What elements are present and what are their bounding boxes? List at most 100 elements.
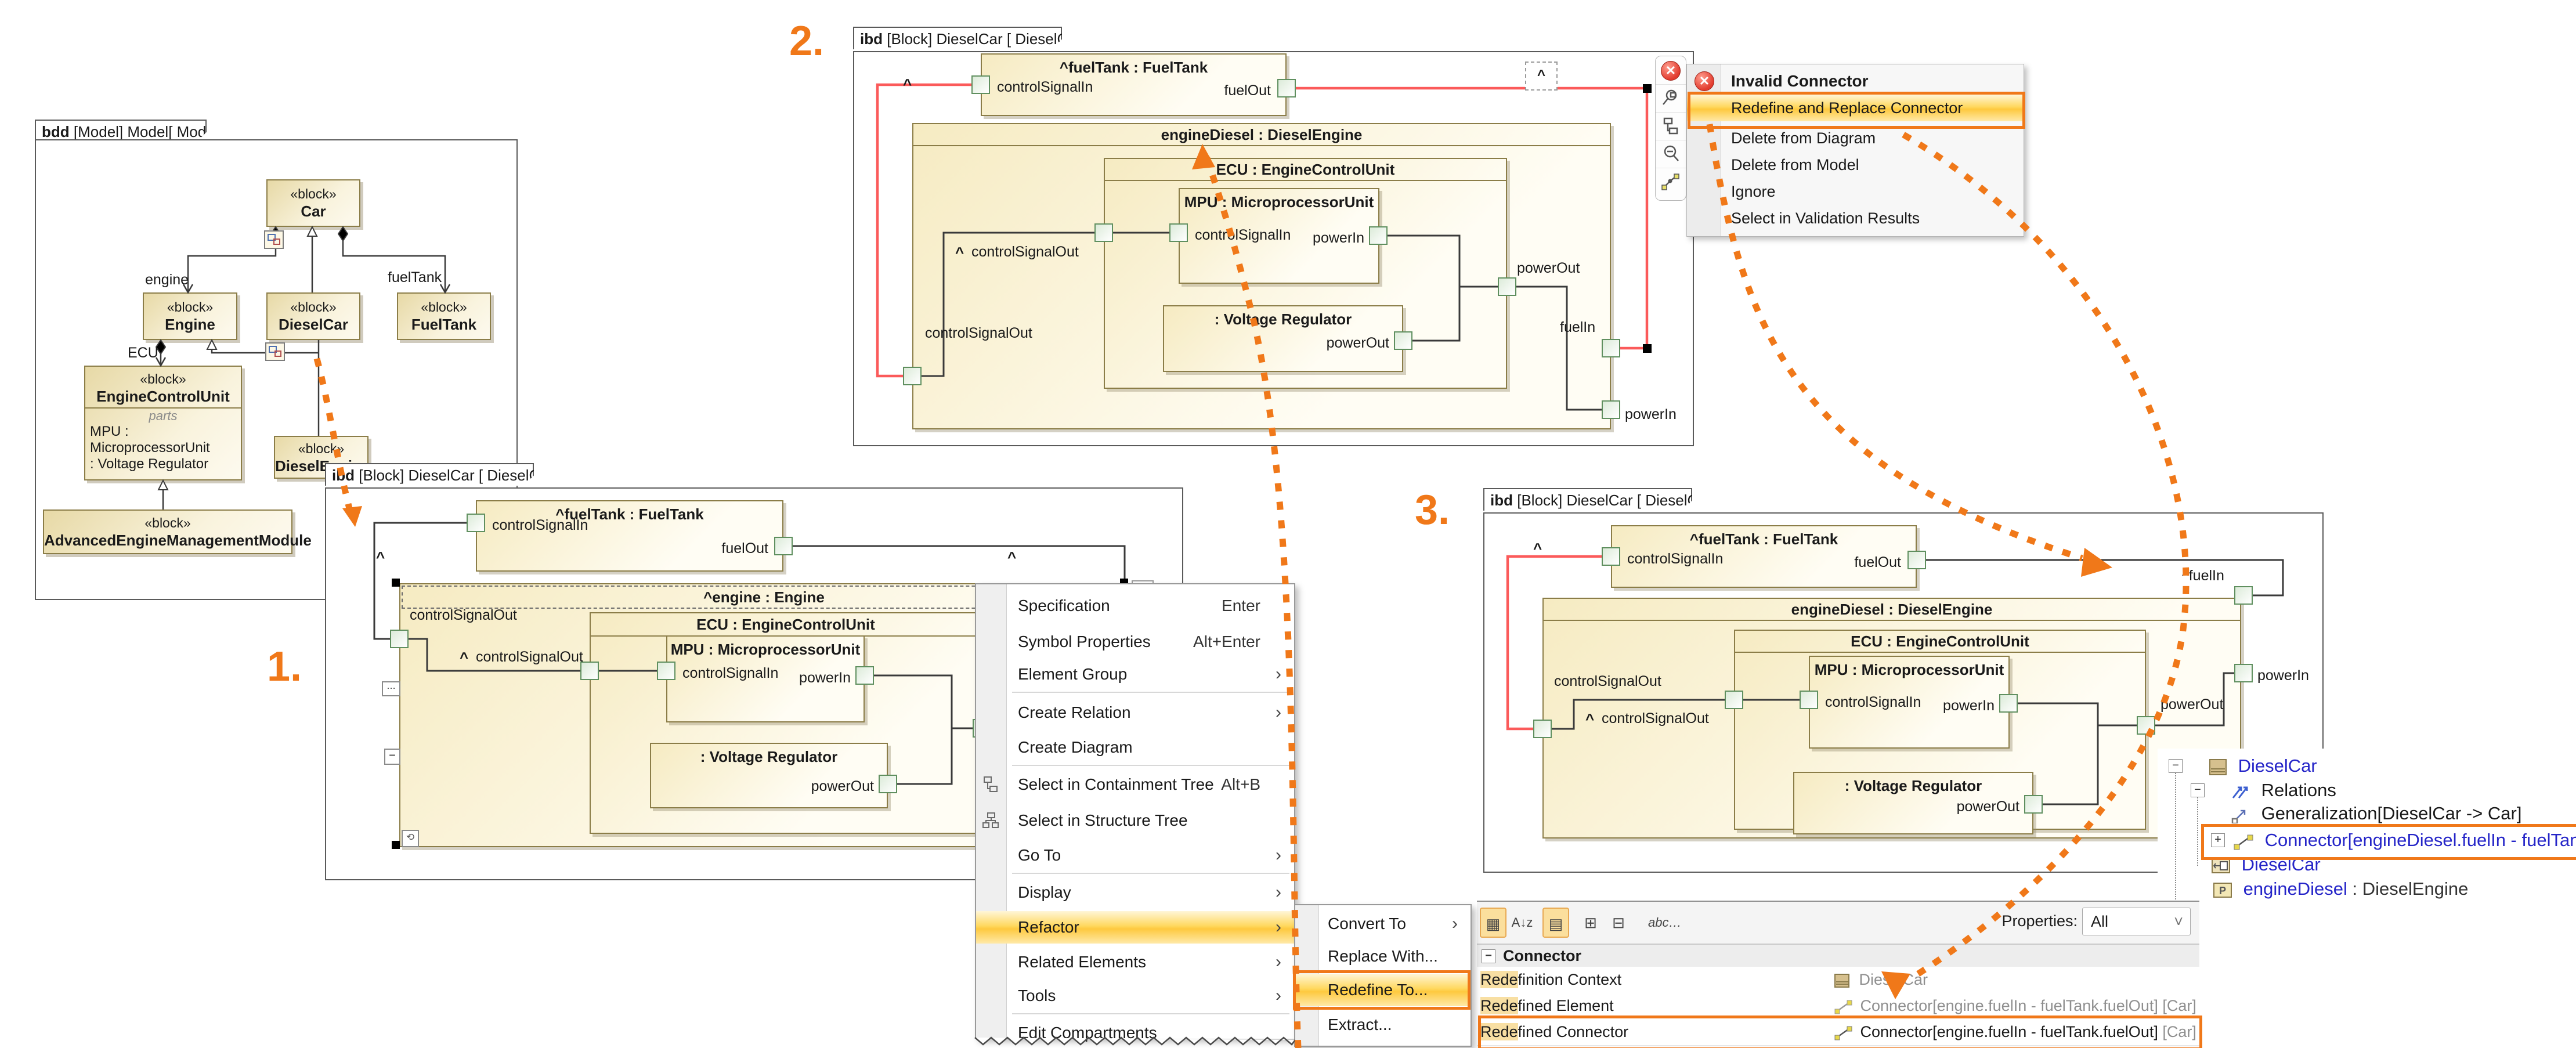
ibd1-port-mpu-powerin[interactable]: [855, 666, 874, 685]
ibd3-port-engine-controlsignalout[interactable]: [1533, 720, 1552, 738]
ibd2-port-vr-powerout[interactable]: [1394, 331, 1412, 350]
menu-item-select-in-containment-tree[interactable]: Select in Containment TreeAlt+B: [976, 768, 1294, 801]
diagram-anchor-icon[interactable]: [264, 230, 284, 249]
compact-view-icon[interactable]: ▤: [1542, 908, 1569, 938]
property-row-redefined-element[interactable]: Redefined Element Connector[engine.fuelI…: [1477, 993, 2199, 1020]
selection-handle[interactable]: [392, 579, 400, 587]
magicdraw-canvas: 1. 2. 3. bdd [Model] Model[ Model ] «blo…: [0, 0, 2576, 1048]
tree-item-relations[interactable]: Relations: [2231, 779, 2336, 802]
tree-collapse-toggle[interactable]: −: [2169, 759, 2183, 773]
port-label-fuelin: ^fuelIn: [2182, 568, 2224, 584]
popup-item-select-in-validation-results[interactable]: Select in Validation Results: [1687, 205, 2024, 232]
inherited-caret: ^: [460, 649, 468, 667]
open-containment-button[interactable]: [1656, 112, 1686, 140]
popup-item-delete-from-diagram[interactable]: Delete from Diagram: [1687, 125, 2024, 151]
menu-item-go-to[interactable]: Go To›: [976, 839, 1294, 872]
tree-item-generalization[interactable]: Generalization[DieselCar -> Car]: [2231, 802, 2521, 825]
connector-endpoint: [1643, 84, 1652, 93]
menu-item-symbol-properties[interactable]: Symbol PropertiesAlt+Enter: [976, 626, 1294, 658]
tree-guide-line: [2197, 790, 2198, 866]
validation-error-button[interactable]: ✕: [1656, 56, 1686, 85]
property-row-redefined-connector[interactable]: Redefined Connector Connector[engine.fue…: [1477, 1019, 2199, 1046]
tree-item-enginediesel[interactable]: P engineDiesel : DieselEngine: [2213, 877, 2468, 901]
inherited-caret: ^: [1007, 548, 1016, 566]
tree-collapse-toggle[interactable]: −: [2191, 783, 2205, 797]
anchor-dots-icon[interactable]: …: [382, 681, 400, 696]
connector-icon: [2233, 833, 2254, 850]
port-label-fuelin: fuelIn: [1560, 319, 1595, 336]
tree-item-dieselcar[interactable]: DieselCar: [2209, 754, 2317, 778]
port-label-powerout: powerOut: [1517, 260, 1580, 277]
ibd3-port-controlsignalin[interactable]: [1602, 547, 1620, 566]
ibd3-port-mpu-powerin[interactable]: [1999, 694, 2018, 713]
property-row-redefinition-context[interactable]: Redefinition Context DieselCar: [1477, 967, 2199, 993]
popup-item-ignore[interactable]: Ignore: [1687, 178, 2024, 205]
menu-item-related-elements[interactable]: Related Elements›: [976, 946, 1294, 978]
bdd-composition-car-engine: [188, 241, 276, 291]
context-menu: SpecificationEnter Symbol PropertiesAlt+…: [975, 583, 1295, 1039]
ibd3-port-mpu-controlsignalin[interactable]: [1800, 691, 1818, 709]
menu-item-display[interactable]: Display›: [976, 876, 1294, 909]
submenu-item-replace-with[interactable]: Replace With...: [1295, 940, 1471, 973]
inherited-caret: ^: [1533, 540, 1542, 558]
properties-filter-dropdown[interactable]: All ˅: [2082, 908, 2191, 935]
menu-item-tools[interactable]: Tools›: [976, 980, 1294, 1012]
tree-expand-toggle[interactable]: +: [2211, 833, 2225, 847]
popup-item-delete-from-model[interactable]: Delete from Model: [1687, 151, 2024, 178]
port-label-fuelout: fuelOut: [682, 540, 768, 557]
collapse-minus-icon[interactable]: −: [384, 749, 400, 765]
invalid-connector-popup: ✕ Invalid Connector Redefine and Replace…: [1686, 64, 2024, 237]
ibd2-port-mpu-controlsignalin[interactable]: [1169, 223, 1188, 242]
zoom-out-button[interactable]: [1656, 140, 1686, 168]
expand-all-icon[interactable]: ⊞: [1577, 908, 1604, 938]
menu-item-element-group[interactable]: Element Group›: [976, 658, 1294, 691]
ibd3-port-engine-fuelin[interactable]: [2234, 586, 2253, 605]
tree-item-dieselcar-diagram[interactable]: DieselCar: [2211, 853, 2321, 876]
submenu-item-extract[interactable]: Extract...: [1295, 1009, 1471, 1041]
menu-item-create-diagram[interactable]: Create Diagram: [976, 731, 1294, 764]
ibd2-connector-power: [1388, 236, 1459, 341]
ibd1-port-vr-powerout[interactable]: [879, 775, 897, 793]
ibd3-port-vr-powerout[interactable]: [2024, 795, 2043, 814]
ibd3-port-ecu-controlsignalout[interactable]: [1725, 691, 1743, 709]
ibd3-port-engine-powerin[interactable]: [2234, 664, 2253, 682]
menu-item-select-in-structure-tree[interactable]: Select in Structure Tree: [976, 804, 1294, 837]
selection-handle[interactable]: [392, 841, 400, 849]
ibd2-port-controlsignalin[interactable]: [971, 75, 990, 94]
ibd2-port-engine-controlsignalout[interactable]: [903, 367, 922, 385]
properties-section-connector[interactable]: − Connector: [1477, 945, 2199, 967]
ibd2-port-ecu-controlsignalout[interactable]: [1094, 223, 1113, 242]
ibd2-port-engine-fuelin[interactable]: [1602, 339, 1620, 357]
port-label-powerout: powerOut: [1921, 798, 2019, 815]
menu-item-specification[interactable]: SpecificationEnter: [976, 590, 1294, 622]
ibd3-port-ecu-powerout[interactable]: [2137, 716, 2155, 735]
submenu-item-redefine-to[interactable]: Redefine To...: [1295, 974, 1471, 1006]
abc-icon[interactable]: abc…: [1648, 908, 1675, 938]
ibd2-port-engine-powerin[interactable]: [1602, 400, 1620, 419]
ibd1-port-engine-controlsignalout[interactable]: [390, 630, 409, 648]
ibd1-port-fuelout[interactable]: [774, 537, 793, 555]
ibd2-port-mpu-powerin[interactable]: [1369, 226, 1388, 245]
inherited-caret: ^: [903, 75, 912, 93]
collapse-all-icon[interactable]: ⊟: [1605, 908, 1632, 938]
ibd2-port-ecu-powerout[interactable]: [1498, 277, 1516, 296]
zoom-out-icon: [1661, 144, 1681, 164]
find-in-diagram-button[interactable]: [1656, 84, 1686, 113]
submenu-item-convert-to[interactable]: Convert To›: [1295, 908, 1471, 940]
ibd1-port-mpu-controlsignalin[interactable]: [657, 662, 675, 680]
ibd2-port-fuelout[interactable]: [1277, 79, 1296, 97]
tree-item-connector[interactable]: Connector[engineDiesel.fuelIn - fuelTank…: [2233, 829, 2576, 852]
diagram-anchor-icon[interactable]: [265, 342, 285, 361]
menu-item-create-relation[interactable]: Create Relation›: [976, 696, 1294, 729]
menu-separator: [1012, 1013, 1289, 1014]
section-collapse-icon[interactable]: −: [1482, 949, 1495, 963]
properties-toolbar: ▦ A↓z ▤ ⊞ ⊟ abc… Properties: All ˅: [1477, 902, 2199, 945]
menu-item-refactor[interactable]: Refactor›: [976, 911, 1294, 944]
ibd1-port-controlsignalin[interactable]: [467, 514, 485, 532]
properties-filter-label: Properties:: [2001, 912, 2078, 930]
popup-item-redefine-and-replace[interactable]: Redefine and Replace Connector: [1687, 95, 2024, 121]
connector-tool-button[interactable]: [1656, 168, 1686, 196]
ibd3-port-fuelout[interactable]: [1907, 551, 1926, 569]
sort-alphabetic-icon[interactable]: A↓z: [1509, 908, 1536, 938]
categorized-view-icon[interactable]: ▦: [1480, 908, 1506, 938]
